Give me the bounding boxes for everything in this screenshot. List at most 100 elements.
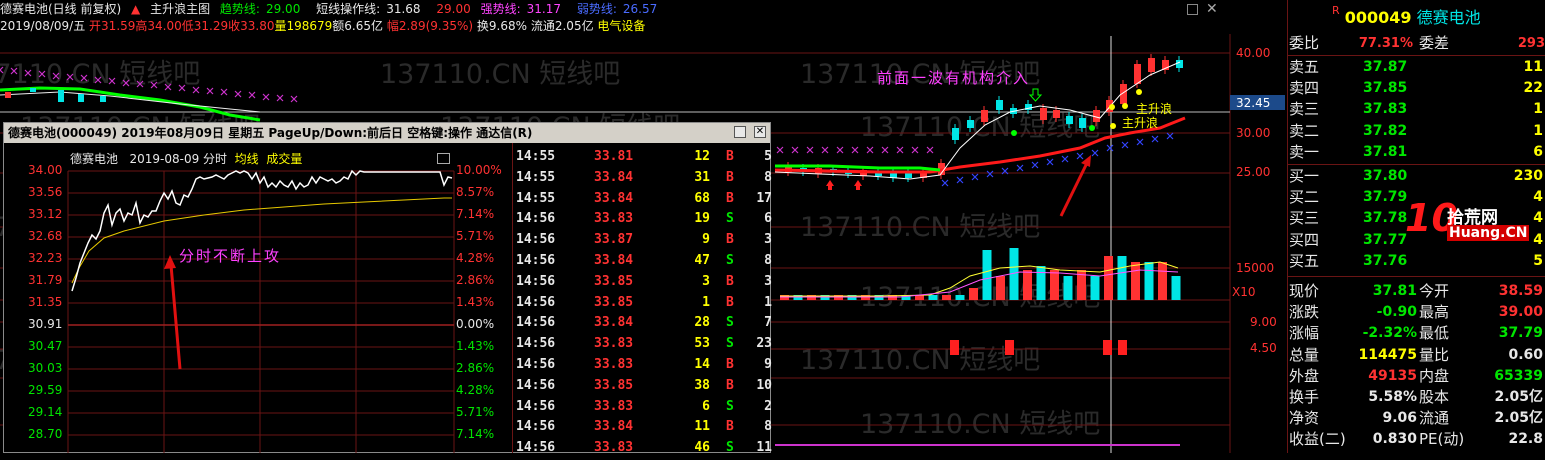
tick-count: 10 bbox=[756, 377, 772, 393]
x-mark bbox=[866, 146, 874, 154]
tick-row: 14:56 33.84 11 B 8 bbox=[514, 419, 772, 439]
svg-text:X10: X10 bbox=[1232, 285, 1256, 299]
stats-label: 股本 bbox=[1419, 388, 1450, 406]
stats-value: 22.8 bbox=[1508, 431, 1543, 448]
weicha-label: 委差 bbox=[1419, 34, 1450, 52]
indicator-bars bbox=[950, 340, 1127, 355]
svg-text:9.00: 9.00 bbox=[1250, 315, 1277, 329]
buy-arrow-icons bbox=[826, 180, 862, 190]
stats-label: 收益(二) bbox=[1289, 430, 1346, 449]
stats-label: 流通 bbox=[1419, 409, 1450, 428]
intraday-price-line bbox=[71, 169, 453, 292]
quote-row: 卖四 37.85 22 bbox=[1287, 78, 1545, 99]
popup-maximize-button[interactable] bbox=[734, 126, 746, 138]
annotation-institution: 前面一波有机构介入 bbox=[877, 69, 1031, 87]
x-mark bbox=[1091, 149, 1099, 157]
x-mark bbox=[851, 146, 859, 154]
tick-side: S bbox=[726, 398, 734, 414]
tick-row: 14:55 33.81 12 B 5 bbox=[514, 149, 772, 169]
tick-count: 8 bbox=[764, 419, 772, 435]
window-close-button[interactable]: ✕ bbox=[1206, 1, 1218, 17]
intraday-grid bbox=[67, 170, 455, 453]
quote-row: 卖二 37.82 1 bbox=[1287, 121, 1545, 142]
tick-row: 14:55 33.84 31 B 8 bbox=[514, 169, 772, 190]
intraday-popup-window[interactable]: 德赛电池(000049) 2019年08月09日 星期五 PageUp/Down… bbox=[3, 122, 772, 455]
stats-value: 0.830 bbox=[1372, 431, 1417, 448]
svg-text:15000: 15000 bbox=[1236, 261, 1274, 275]
price-axis-label: 33.12 bbox=[28, 207, 63, 221]
x-mark bbox=[971, 173, 979, 181]
x-mark bbox=[178, 84, 186, 92]
stats-row: 总量 114475 量比 0.60 bbox=[1287, 345, 1545, 366]
tick-row: 14:55 33.84 68 B 17 bbox=[514, 190, 772, 211]
x-mark bbox=[836, 146, 844, 154]
stats-value: 39.00 bbox=[1498, 304, 1543, 321]
quote-row: 卖一 37.81 6 bbox=[1287, 142, 1545, 163]
volume-bar bbox=[928, 295, 938, 300]
x-mark bbox=[80, 74, 88, 82]
pct-axis-label: 7.14% bbox=[456, 427, 495, 441]
intraday-settings-button[interactable] bbox=[437, 153, 450, 164]
svg-text:4.50: 4.50 bbox=[1250, 341, 1277, 355]
stock-title[interactable]: 德赛电池(日线 前复权) bbox=[0, 2, 121, 16]
tick-time: 14:56 bbox=[516, 315, 556, 331]
weibi-label: 委比 bbox=[1289, 34, 1320, 52]
pct-axis-label: 0.00% bbox=[456, 317, 495, 331]
strong-line-label: 强势线: 31.17 bbox=[481, 2, 567, 16]
stock-name: 德赛电池 bbox=[1416, 8, 1481, 27]
quote-row-price: 37.87 bbox=[1363, 59, 1408, 75]
x-mark bbox=[1031, 161, 1039, 169]
x-mark bbox=[1061, 155, 1069, 163]
x-mark bbox=[0, 66, 4, 74]
x-mark bbox=[821, 146, 829, 154]
x-mark bbox=[1076, 152, 1084, 160]
tick-volume: 19 bbox=[694, 211, 710, 227]
stats-value: 2.05亿 bbox=[1494, 389, 1543, 405]
tick-price: 33.84 bbox=[594, 253, 634, 268]
x-mark bbox=[164, 83, 172, 91]
tick-row: 14:56 33.83 46 S 11 bbox=[514, 440, 772, 460]
formula-name[interactable]: 主升浪主图 bbox=[150, 2, 210, 16]
x-mark bbox=[1121, 141, 1129, 149]
price-axis-label: 32.68 bbox=[28, 229, 63, 243]
quote-row-label: 卖一 bbox=[1289, 142, 1320, 161]
price-axis-label: 31.35 bbox=[28, 295, 63, 309]
x-mark bbox=[776, 146, 784, 154]
window-restore-button[interactable] bbox=[1187, 4, 1198, 15]
tick-volume: 3 bbox=[702, 273, 710, 289]
x-mark bbox=[122, 79, 130, 87]
tick-volume: 9 bbox=[702, 232, 710, 248]
tick-side: B bbox=[726, 232, 734, 248]
tick-side: S bbox=[726, 336, 734, 352]
tick-side: B bbox=[726, 169, 734, 185]
tick-side: B bbox=[726, 419, 734, 435]
popup-title-bar[interactable]: 德赛电池(000049) 2019年08月09日 星期五 PageUp/Down… bbox=[4, 123, 770, 143]
stats-label: 今开 bbox=[1419, 282, 1450, 300]
tick-count: 8 bbox=[764, 253, 772, 268]
price-axis-label: 28.70 bbox=[28, 427, 63, 441]
tick-count: 2 bbox=[764, 398, 772, 414]
quote-row-label: 卖四 bbox=[1289, 79, 1320, 98]
stats-label: PE(动) bbox=[1419, 430, 1465, 449]
price-info-bar: 2019/08/09/五 开31.59高34.00低31.29收33.80量19… bbox=[0, 18, 645, 34]
tick-count: 5 bbox=[764, 149, 772, 164]
indicator-axis: 9.00 4.50 bbox=[1250, 315, 1277, 355]
tick-time: 14:56 bbox=[516, 232, 556, 248]
tick-count: 3 bbox=[764, 232, 772, 248]
popup-close-button[interactable]: ✕ bbox=[754, 126, 766, 138]
tick-count: 3 bbox=[764, 273, 772, 289]
candle bbox=[1040, 108, 1047, 120]
tick-price: 33.84 bbox=[594, 190, 634, 206]
x-mark bbox=[38, 70, 46, 78]
stock-code: 000049 bbox=[1344, 8, 1412, 27]
site-logo: 10 拾荒网 Huang.CN bbox=[1405, 196, 1545, 248]
tick-volume: 12 bbox=[694, 149, 710, 164]
tick-time: 14:56 bbox=[516, 398, 556, 414]
intraday-chart[interactable] bbox=[4, 143, 514, 453]
tick-count: 1 bbox=[764, 294, 772, 310]
quote-row-volume: 5 bbox=[1533, 252, 1543, 269]
info-open: 开31.59 bbox=[89, 19, 136, 33]
price-axis-label: 30.03 bbox=[28, 361, 63, 375]
stats-label: 净资 bbox=[1289, 409, 1320, 428]
price-axis: 40.00 30.00 25.00 bbox=[1236, 46, 1270, 179]
